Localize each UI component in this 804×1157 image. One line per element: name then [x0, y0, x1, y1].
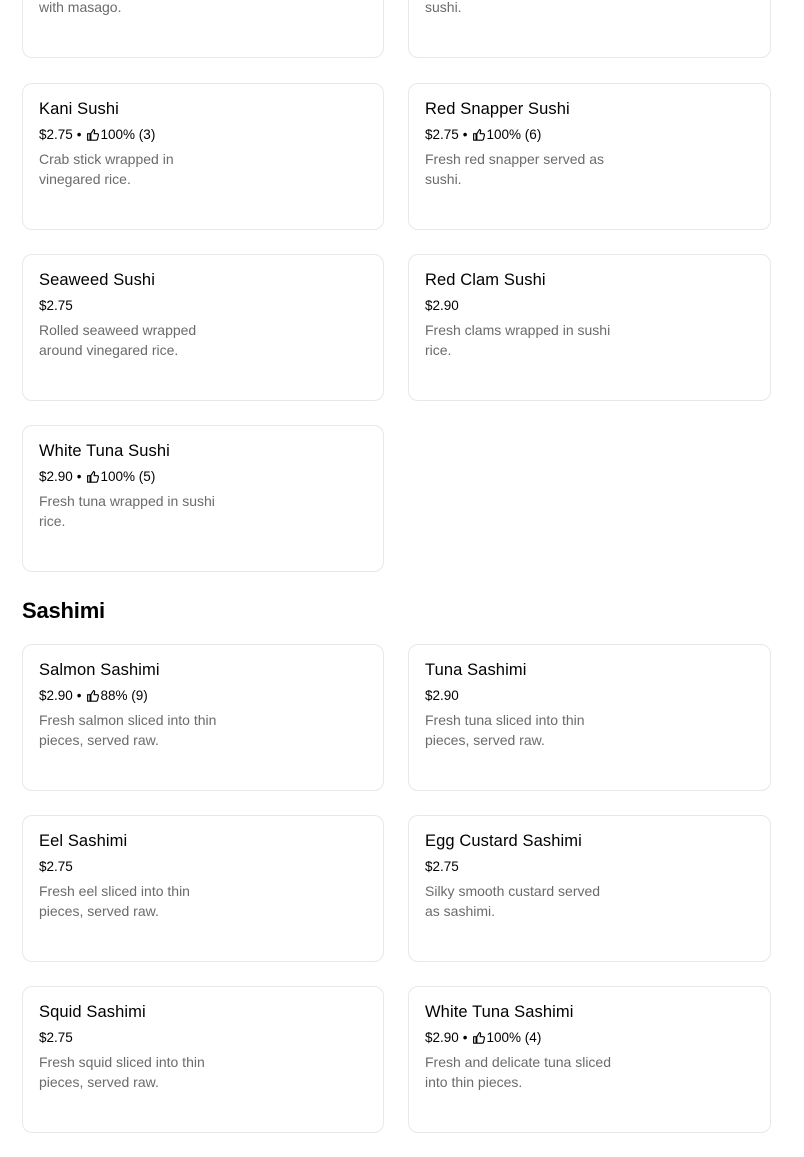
item-description: Fresh salmon sliced into thin pieces, se…	[39, 712, 217, 748]
menu-item-card[interactable]: Kani Sushi $2.75 • 100% (3) Crab stick w…	[22, 83, 384, 230]
item-meta: $2.90	[425, 688, 459, 703]
item-meta: $2.90 • 100% (4)	[425, 1030, 541, 1045]
item-description: Fresh tuna wrapped in sushi rice.	[39, 493, 215, 529]
item-description: Silky smooth custard served as sashimi.	[425, 883, 601, 919]
item-meta: $2.75 • 100% (6)	[425, 127, 541, 142]
item-name: Squid Sashimi	[39, 1003, 146, 1021]
item-price: $2.90	[39, 469, 73, 484]
item-meta: $2.75	[39, 1030, 73, 1045]
menu-item-card[interactable]: Salmon Sashimi $2.90 • 88% (9) Fresh sal…	[22, 644, 384, 791]
menu-item-card[interactable]: Eel Sashimi $2.75 Fresh eel sliced into …	[22, 815, 384, 962]
item-price: $2.90	[425, 1030, 459, 1045]
meta-separator: •	[76, 688, 82, 703]
item-meta: $2.75	[39, 298, 73, 313]
item-meta: $2.90	[425, 298, 459, 313]
meta-separator: •	[76, 469, 82, 484]
item-description: Fresh clams wrapped in sushi rice.	[425, 322, 611, 358]
menu-item-card[interactable]: Egg Custard Sashimi $2.75 Silky smooth c…	[408, 815, 771, 962]
thumbs-up-icon	[86, 470, 99, 483]
meta-separator: •	[462, 1030, 468, 1045]
item-meta: $2.90 • 100% (5)	[39, 469, 155, 484]
item-name: White Tuna Sushi	[39, 442, 170, 460]
meta-separator: •	[462, 127, 468, 142]
item-name: Eel Sashimi	[39, 832, 128, 850]
item-description: Fresh squid sliced into thin pieces, ser…	[39, 1054, 205, 1090]
item-rating: 100% (4)	[486, 1030, 542, 1045]
thumbs-up-icon	[86, 689, 99, 702]
item-price: $2.75	[39, 298, 73, 313]
item-price: $2.90	[425, 298, 459, 313]
item-name: White Tuna Sashimi	[425, 1003, 574, 1021]
menu-item-card[interactable]: Red Snapper Sushi $2.75 • 100% (6) Fresh…	[408, 83, 771, 230]
item-rating: 100% (3)	[100, 127, 156, 142]
item-name: Egg Custard Sashimi	[425, 832, 582, 850]
meta-separator: •	[76, 127, 82, 142]
item-meta: $2.75 • 100% (3)	[39, 127, 155, 142]
item-price: $2.75	[39, 1030, 73, 1045]
menu-item-card[interactable]: White Tuna Sashimi $2.90 • 100% (4) Fres…	[408, 986, 771, 1133]
item-name: Seaweed Sushi	[39, 271, 155, 289]
item-price: $2.75	[39, 859, 73, 874]
item-meta: $2.75	[425, 859, 459, 874]
thumbs-up-icon	[472, 1031, 485, 1044]
menu-item-card[interactable]: Seaweed Sushi $2.75 Rolled seaweed wrapp…	[22, 254, 384, 401]
section-title-sashimi: Sashimi	[22, 598, 105, 623]
item-rating: 88% (9)	[100, 688, 148, 703]
menu-item-card-partial[interactable]: with masago.	[22, 0, 384, 58]
item-description: Crab stick wrapped in vinegared rice.	[39, 151, 174, 187]
item-name: Salmon Sashimi	[39, 661, 160, 679]
item-name: Red Clam Sushi	[425, 271, 546, 289]
menu-item-card[interactable]: Red Clam Sushi $2.90 Fresh clams wrapped…	[408, 254, 771, 401]
item-description: sushi.	[425, 0, 462, 15]
item-name: Kani Sushi	[39, 100, 119, 118]
item-description: Fresh and delicate tuna sliced into thin…	[425, 1054, 611, 1090]
menu-item-card[interactable]: Tuna Sashimi $2.90 Fresh tuna sliced int…	[408, 644, 771, 791]
item-price: $2.75	[39, 127, 73, 142]
item-description: Fresh eel sliced into thin pieces, serve…	[39, 883, 190, 919]
menu-item-card[interactable]: Squid Sashimi $2.75 Fresh squid sliced i…	[22, 986, 384, 1133]
item-price: $2.75	[425, 859, 459, 874]
menu-item-card-partial[interactable]: sushi.	[408, 0, 771, 58]
item-rating: 100% (5)	[100, 469, 156, 484]
item-description: Fresh tuna sliced into thin pieces, serv…	[425, 712, 585, 748]
item-name: Tuna Sashimi	[425, 661, 527, 679]
item-description: Rolled seaweed wrapped around vinegared …	[39, 322, 197, 358]
item-meta: $2.75	[39, 859, 73, 874]
item-description: with masago.	[39, 0, 122, 15]
menu-item-card[interactable]: White Tuna Sushi $2.90 • 100% (5) Fresh …	[22, 425, 384, 572]
thumbs-up-icon	[472, 128, 485, 141]
item-price: $2.75	[425, 127, 459, 142]
item-meta: $2.90 • 88% (9)	[39, 688, 148, 703]
thumbs-up-icon	[86, 128, 99, 141]
item-price: $2.90	[425, 688, 459, 703]
item-rating: 100% (6)	[486, 127, 542, 142]
item-description: Fresh red snapper served as sushi.	[425, 151, 604, 187]
item-name: Red Snapper Sushi	[425, 100, 570, 118]
item-price: $2.90	[39, 688, 73, 703]
